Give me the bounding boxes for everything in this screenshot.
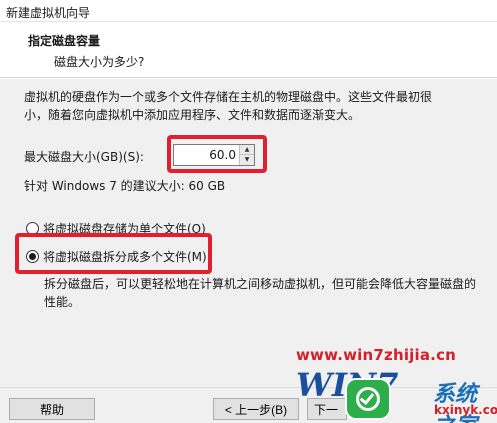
watermark-url-secondary: kxinyk.com: [434, 403, 497, 417]
disk-size-label: 最大磁盘大小(GB)(S):: [24, 150, 144, 164]
back-button[interactable]: < 上一步(B): [213, 398, 299, 420]
highlight-box-split-option: [15, 233, 212, 274]
watermark-url: www.win7zhijia.cn: [296, 346, 457, 364]
page-title: 指定磁盘容量: [28, 34, 101, 48]
wizard-header: 指定磁盘容量 磁盘大小为多少?: [0, 22, 497, 78]
description-line-2: 小，随着您向虚拟机中添加应用程序、文件和数据而逐渐变大。: [24, 108, 361, 122]
recommended-size-text: 针对 Windows 7 的建议大小: 60 GB: [24, 179, 226, 193]
help-button[interactable]: 帮助: [9, 398, 95, 420]
page-subtitle: 磁盘大小为多少?: [54, 55, 145, 69]
description-text: 虚拟机的硬盘作为一个或多个文件存储在主机的物理磁盘中。这些文件最初很 小，随着您…: [24, 88, 479, 124]
description-line-1: 虚拟机的硬盘作为一个或多个文件存储在主机的物理磁盘中。这些文件最初很: [24, 90, 433, 104]
window-title: 新建虚拟机向导: [6, 6, 91, 20]
watermark-logo-icon: [345, 378, 391, 420]
split-desc-line-1: 拆分磁盘后，可以更轻松地在计算机之间移动虚拟机，但可能会降低大容量磁盘的: [44, 277, 477, 291]
split-desc-line-2: 性能。: [44, 295, 81, 309]
wizard-footer: 帮助 < 上一步(B) 下一: [0, 387, 497, 423]
highlight-box-disk-size: [167, 135, 267, 173]
title-bar: 新建虚拟机向导: [0, 0, 497, 22]
split-description: 拆分磁盘后，可以更轻松地在计算机之间移动虚拟机，但可能会降低大容量磁盘的 性能。: [44, 275, 484, 311]
